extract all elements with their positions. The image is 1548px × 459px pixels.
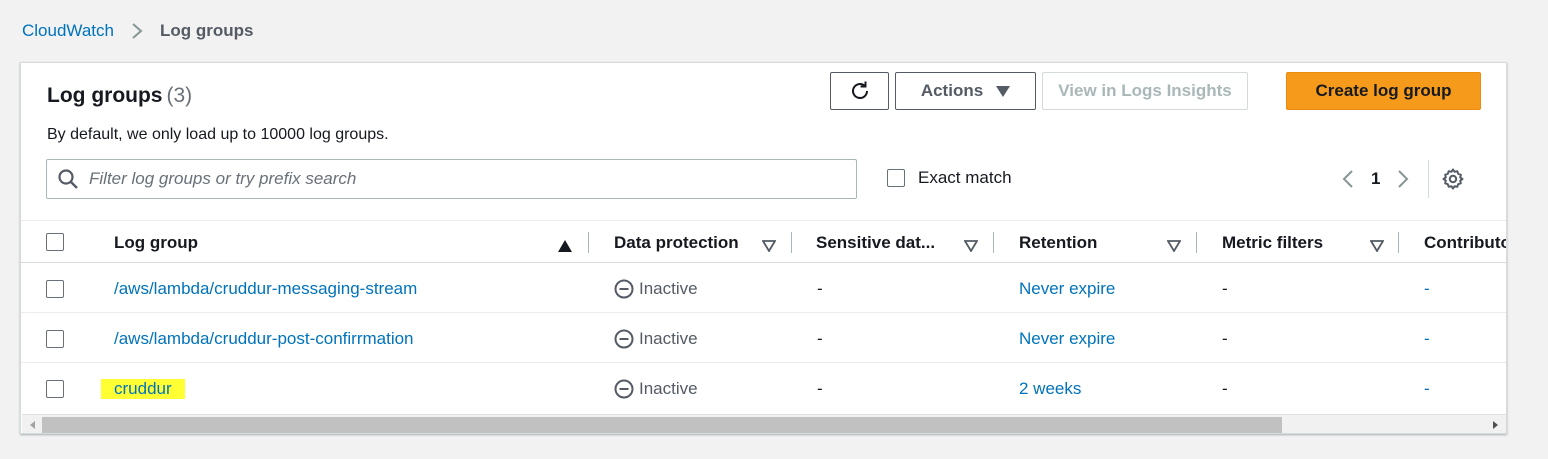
contributor-link[interactable]: -: [1424, 264, 1430, 313]
caret-down-icon: [996, 85, 1011, 97]
column-label: Sensitive dat...: [816, 232, 936, 252]
sensitive-data-value: -: [817, 278, 823, 298]
column-label: Data protection: [614, 232, 739, 252]
column-header-data-protection[interactable]: Data protection: [614, 221, 784, 264]
column-header-sensitive-data[interactable]: Sensitive dat...: [816, 221, 986, 264]
log-groups-panel: Log groups (3) By default, we only load u…: [20, 62, 1507, 434]
row-checkbox[interactable]: [46, 280, 64, 298]
sort-ascending-icon: [558, 237, 572, 257]
status-text: Inactive: [639, 378, 698, 398]
table-row[interactable]: /aws/lambda/cruddur-post-confirrmation I…: [21, 314, 1506, 363]
retention-link[interactable]: Never expire: [1019, 314, 1115, 363]
metric-filters-value: -: [1222, 328, 1228, 348]
data-protection-status: Inactive: [614, 364, 698, 413]
status-inactive-icon: [614, 379, 634, 399]
next-page-button[interactable]: [1392, 164, 1414, 194]
column-label: Contributo: [1424, 232, 1507, 252]
row-checkbox[interactable]: [46, 330, 64, 348]
sensitive-data-value: -: [817, 328, 823, 348]
select-all-checkbox[interactable]: [46, 233, 64, 251]
refresh-icon: [849, 80, 871, 102]
metric-filters-value: -: [1222, 278, 1228, 298]
sort-icon: [1369, 237, 1385, 257]
pager-divider: [1428, 160, 1430, 198]
table-row[interactable]: cruddur Inactive - 2 weeks - -: [21, 364, 1506, 413]
data-protection-status: Inactive: [614, 314, 698, 363]
search-box: [46, 159, 857, 199]
view-in-logs-insights-button[interactable]: View in Logs Insights: [1042, 72, 1248, 110]
search-input[interactable]: [87, 168, 856, 190]
retention-link[interactable]: 2 weeks: [1019, 364, 1081, 413]
retention-link[interactable]: Never expire: [1019, 264, 1115, 313]
actions-dropdown-button[interactable]: Actions: [895, 72, 1036, 110]
column-label: Log group: [114, 232, 199, 252]
column-header-log-group[interactable]: Log group: [114, 221, 582, 264]
search-icon: [57, 168, 79, 190]
gear-icon[interactable]: [1441, 167, 1465, 191]
current-page-number[interactable]: 1: [1371, 169, 1380, 189]
exact-match-checkbox[interactable]: [887, 169, 905, 187]
pagination: 1: [1337, 160, 1465, 198]
sort-icon: [963, 237, 979, 257]
refresh-button[interactable]: [830, 72, 889, 110]
previous-page-button[interactable]: [1337, 164, 1359, 194]
breadcrumb-cloudwatch-link[interactable]: CloudWatch: [22, 21, 114, 41]
column-divider[interactable]: [1398, 232, 1399, 253]
row-checkbox[interactable]: [46, 380, 64, 398]
column-label: Retention: [1019, 232, 1098, 252]
sensitive-data-value: -: [817, 378, 823, 398]
status-inactive-icon: [614, 279, 634, 299]
page-title: Log groups (3): [47, 84, 192, 108]
column-divider[interactable]: [588, 232, 589, 253]
metric-filters-value: -: [1222, 378, 1228, 398]
log-group-link-highlighted[interactable]: cruddur: [101, 378, 185, 399]
chevron-right-icon: [126, 20, 148, 42]
breadcrumb: CloudWatch Log groups: [22, 20, 253, 42]
status-inactive-icon: [614, 329, 634, 349]
status-text: Inactive: [639, 278, 698, 298]
contributor-link[interactable]: -: [1424, 314, 1430, 363]
status-text: Inactive: [639, 328, 698, 348]
column-label: Metric filters: [1222, 232, 1324, 252]
scrollbar-thumb[interactable]: [42, 417, 1282, 433]
actions-label: Actions: [920, 81, 984, 100]
exact-match-label: Exact match: [918, 168, 1012, 187]
horizontal-scrollbar[interactable]: [22, 414, 1506, 433]
table-header: Log group Data protection Sensitive dat.…: [21, 220, 1507, 264]
column-header-contributor[interactable]: Contributo: [1424, 221, 1507, 264]
column-divider[interactable]: [1196, 232, 1197, 253]
column-header-metric-filters[interactable]: Metric filters: [1222, 221, 1392, 264]
log-group-link[interactable]: /aws/lambda/cruddur-post-confirrmation: [114, 314, 414, 363]
log-group-cell: cruddur: [101, 364, 185, 413]
scroll-left-arrow-icon[interactable]: [30, 421, 35, 429]
panel-description: By default, we only load up to 10000 log…: [47, 126, 389, 143]
title-text: Log groups: [47, 84, 163, 107]
data-protection-status: Inactive: [614, 264, 698, 313]
exact-match-toggle[interactable]: Exact match: [887, 168, 1012, 188]
table-row[interactable]: /aws/lambda/cruddur-messaging-stream Ina…: [21, 264, 1506, 313]
column-divider[interactable]: [791, 232, 792, 253]
sort-icon: [1166, 237, 1182, 257]
column-divider[interactable]: [993, 232, 994, 253]
scroll-right-arrow-icon[interactable]: [1493, 421, 1498, 429]
column-header-retention[interactable]: Retention: [1019, 221, 1189, 264]
log-group-count: (3): [166, 84, 193, 107]
sort-icon: [761, 237, 777, 257]
breadcrumb-current: Log groups: [159, 21, 254, 40]
contributor-link[interactable]: -: [1424, 364, 1430, 413]
create-log-group-button[interactable]: Create log group: [1286, 72, 1481, 110]
log-group-link[interactable]: /aws/lambda/cruddur-messaging-stream: [114, 264, 417, 313]
